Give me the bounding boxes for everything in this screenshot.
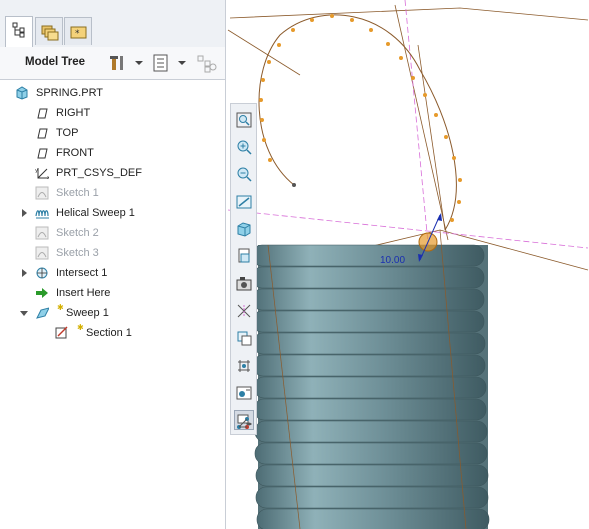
repaint-icon bbox=[236, 195, 252, 209]
connection-button[interactable] bbox=[233, 413, 253, 433]
display-style-icon bbox=[237, 222, 251, 237]
model-viewport[interactable] bbox=[226, 0, 589, 529]
hook-trajectory-curve bbox=[258, 14, 457, 231]
spin-center-button[interactable] bbox=[234, 356, 254, 376]
tree-item-front[interactable]: FRONT bbox=[0, 143, 222, 163]
tree-toolbar: Model Tree bbox=[0, 47, 225, 80]
sketch-icon bbox=[35, 186, 49, 200]
tree-item-label: Intersect 1 bbox=[56, 267, 108, 279]
tree-item-top[interactable]: TOP bbox=[0, 123, 222, 143]
tree-item-label: Sketch 3 bbox=[56, 247, 99, 259]
datum-plane-icon bbox=[37, 108, 48, 119]
svg-text:y: y bbox=[35, 168, 38, 174]
tree-item-sketch-2[interactable]: Sketch 2 bbox=[0, 223, 222, 243]
tree-item-label: SPRING.PRT bbox=[36, 87, 104, 99]
view-manager-button[interactable] bbox=[234, 274, 254, 294]
part-icon bbox=[16, 86, 28, 100]
csys-icon: yx bbox=[35, 168, 49, 180]
datum-plane-edge bbox=[229, 7, 589, 21]
settings-tools-icon[interactable] bbox=[108, 53, 128, 73]
dimension-display-button[interactable] bbox=[234, 383, 254, 403]
datum-plane-icon bbox=[37, 128, 48, 139]
modified-marker-icon: ✱ bbox=[57, 303, 64, 312]
zoom-fit-icon bbox=[236, 112, 252, 128]
datum-plane-edge bbox=[227, 29, 301, 76]
model-tree-panel: * Model Tree SPRING.PRT RIGHT TOP FRONT bbox=[0, 0, 226, 529]
graphics-toolbar bbox=[230, 103, 257, 435]
model-tree-tab[interactable] bbox=[5, 16, 33, 47]
tree-item-intersect-1[interactable]: Intersect 1 bbox=[0, 263, 222, 283]
zoom-out-icon bbox=[237, 167, 252, 182]
expand-arrow-icon[interactable] bbox=[22, 209, 27, 217]
show-options-icon[interactable] bbox=[151, 53, 171, 73]
tree-item-label: Sketch 2 bbox=[56, 227, 99, 239]
modified-marker-icon: ✱ bbox=[77, 323, 84, 332]
tree-item-label: TOP bbox=[56, 127, 79, 139]
tree-item-insert-here[interactable]: Insert Here bbox=[0, 283, 222, 303]
sketch-icon bbox=[35, 246, 49, 260]
tree-item-helical-sweep-1[interactable]: Helical Sweep 1 bbox=[0, 203, 222, 223]
model-tree-title: Model Tree bbox=[25, 56, 86, 68]
datum-axis-line bbox=[227, 209, 589, 249]
view-manager-icon bbox=[236, 277, 252, 291]
zoom-out-button[interactable] bbox=[234, 164, 254, 184]
tree-item-sketch-1[interactable]: Sketch 1 bbox=[0, 183, 222, 203]
display-style-button[interactable] bbox=[234, 219, 254, 239]
tree-item-label: Sketch 1 bbox=[56, 187, 99, 199]
datum-display-button[interactable] bbox=[234, 301, 254, 321]
zoom-in-button[interactable] bbox=[234, 137, 254, 157]
folder-browser-tab[interactable] bbox=[35, 17, 63, 45]
dimension-display-icon bbox=[236, 386, 252, 400]
datum-plane-edge bbox=[394, 4, 449, 241]
helical-sweep-icon bbox=[35, 210, 49, 219]
tree-item-sketch-3[interactable]: Sketch 3 bbox=[0, 243, 222, 263]
zoom-fit-button[interactable] bbox=[234, 110, 254, 130]
saved-views-icon bbox=[238, 248, 250, 263]
tree-item-section-1[interactable]: Section 1 ✱ bbox=[0, 323, 222, 343]
tree-item-label: FRONT bbox=[56, 147, 94, 159]
tree-item-label: Insert Here bbox=[56, 287, 111, 299]
svg-text:*: * bbox=[75, 29, 80, 39]
tree-item-label: RIGHT bbox=[56, 107, 91, 119]
favorites-folder-icon: * bbox=[70, 26, 87, 39]
connection-icon bbox=[237, 417, 249, 429]
curve-endpoint bbox=[292, 183, 296, 187]
filter-icon[interactable] bbox=[196, 53, 218, 73]
spin-center-icon bbox=[238, 360, 250, 372]
intersect-icon bbox=[36, 267, 48, 279]
panel-tabs: * bbox=[0, 0, 225, 48]
saved-views-button[interactable] bbox=[234, 246, 254, 266]
annotation-display-button[interactable] bbox=[234, 328, 254, 348]
datum-plane-icon bbox=[37, 148, 48, 159]
folders-icon bbox=[41, 25, 59, 41]
graphics-window[interactable]: 10.00 bbox=[226, 0, 589, 529]
sweep-icon bbox=[36, 307, 49, 319]
tree-item-prt-csys-def[interactable]: yx PRT_CSYS_DEF bbox=[0, 163, 222, 183]
tree-item-right[interactable]: RIGHT bbox=[0, 103, 222, 123]
annotation-display-icon bbox=[237, 331, 252, 346]
trajectory-points bbox=[259, 14, 462, 222]
tree-item-label: PRT_CSYS_DEF bbox=[56, 167, 142, 179]
tree-item-label: Helical Sweep 1 bbox=[56, 207, 135, 219]
favorites-tab[interactable]: * bbox=[64, 17, 92, 45]
dimension-value[interactable]: 10.00 bbox=[380, 255, 405, 266]
repaint-button[interactable] bbox=[234, 192, 254, 212]
sketch-icon bbox=[35, 226, 49, 240]
datum-display-icon bbox=[237, 304, 251, 318]
settings-dropdown-chevron-icon[interactable] bbox=[135, 61, 143, 65]
tree-item-label: Section 1 ✱ bbox=[77, 323, 132, 343]
tree-item-sweep-1[interactable]: Sweep 1 ✱ bbox=[0, 303, 222, 323]
insert-arrow-icon bbox=[36, 288, 48, 298]
tree-item-label: Sweep 1 ✱ bbox=[57, 303, 109, 323]
zoom-in-icon bbox=[237, 140, 252, 155]
svg-text:x: x bbox=[47, 175, 49, 180]
show-dropdown-chevron-icon[interactable] bbox=[178, 61, 186, 65]
expand-arrow-icon[interactable] bbox=[22, 269, 27, 277]
section-icon bbox=[55, 326, 68, 339]
tree-icon bbox=[12, 22, 25, 38]
tree-item-spring-prt[interactable]: SPRING.PRT bbox=[0, 83, 222, 103]
collapse-arrow-icon[interactable] bbox=[20, 311, 28, 316]
